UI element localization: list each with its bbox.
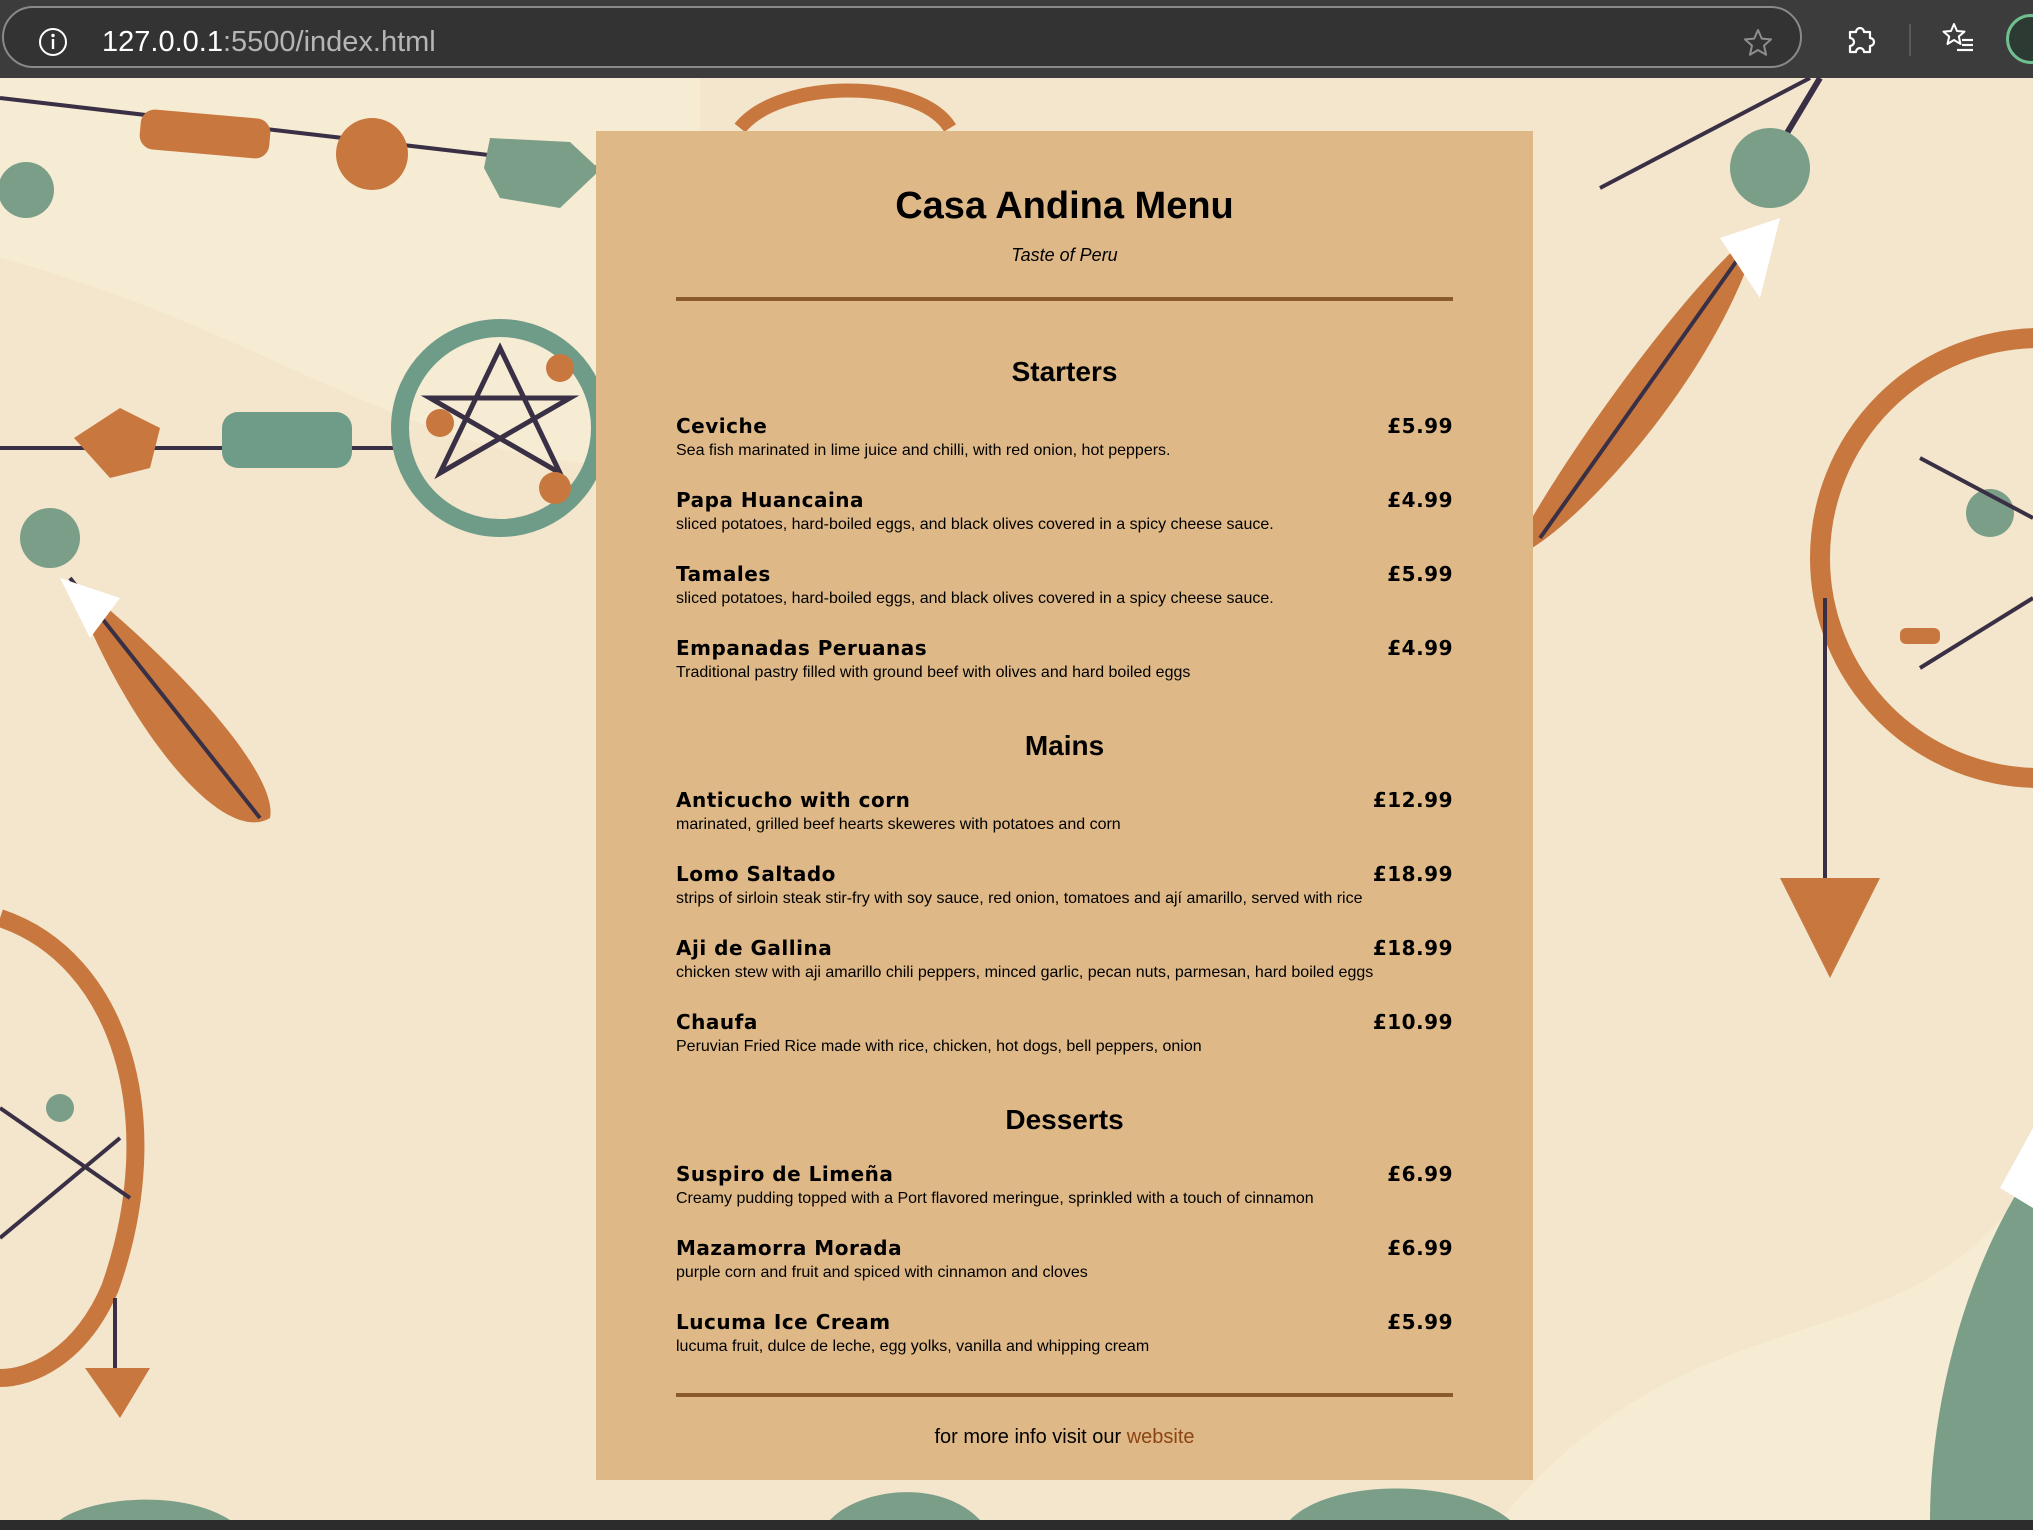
item-price: £4.99 bbox=[1387, 636, 1453, 660]
menu-sections: Starters Ceviche £5.99 Sea fish marinated i… bbox=[676, 355, 1453, 1357]
menu-item-row: Aji de Gallina £18.99 bbox=[676, 935, 1453, 961]
menu-item: Aji de Gallina £18.99 chicken stew with aj… bbox=[676, 935, 1453, 983]
item-name: Ceviche bbox=[676, 414, 768, 438]
item-description: strips of sirloin steak stir-fry with so… bbox=[676, 890, 1363, 907]
menu-item: Papa Huancaina £4.99 sliced potatoes, hard… bbox=[676, 487, 1453, 535]
url-host: 127.0.0.1 bbox=[102, 26, 223, 58]
item-description: Sea fish marinated in lime juice and chi… bbox=[676, 442, 1171, 459]
toolbar-separator bbox=[1909, 24, 1911, 56]
top-divider bbox=[676, 297, 1453, 301]
address-bar[interactable]: 127.0.0.1:5500/index.html bbox=[2, 6, 1802, 68]
bottom-divider bbox=[676, 1393, 1453, 1397]
menu-item: Empanadas Peruanas £4.99 Traditional pastr… bbox=[676, 635, 1453, 683]
menu-item-row: Lucuma Ice Cream £5.99 bbox=[676, 1309, 1453, 1335]
item-description: Traditional pastry filled with ground be… bbox=[676, 664, 1191, 681]
page-viewport: Casa Andina Menu Taste of Peru Starters C… bbox=[0, 78, 2033, 1520]
menu-item: Lomo Saltado £18.99 strips of sirloin stea… bbox=[676, 861, 1453, 909]
item-description: chicken stew with aji amarillo chili pep… bbox=[676, 964, 1374, 981]
item-description: sliced potatoes, hard-boiled eggs, and b… bbox=[676, 590, 1274, 607]
menu-item: Lucuma Ice Cream £5.99 lucuma fruit, dulce… bbox=[676, 1309, 1453, 1357]
info-icon[interactable] bbox=[38, 27, 68, 57]
star-icon[interactable] bbox=[1742, 27, 1774, 59]
item-name: Tamales bbox=[676, 562, 771, 586]
item-price: £10.99 bbox=[1372, 1010, 1453, 1034]
footer-text: for more info visit our bbox=[934, 1426, 1127, 1448]
profile-icon[interactable] bbox=[2006, 14, 2033, 64]
item-name: Suspiro de Limeña bbox=[676, 1162, 894, 1186]
item-name: Mazamorra Morada bbox=[676, 1236, 903, 1260]
item-description: lucuma fruit, dulce de leche, egg yolks,… bbox=[676, 1338, 1150, 1355]
menu-item-row: Ceviche £5.99 bbox=[676, 413, 1453, 439]
item-description: Peruvian Fried Rice made with rice, chic… bbox=[676, 1038, 1202, 1055]
item-price: £5.99 bbox=[1387, 414, 1453, 438]
menu-header: Casa Andina Menu Taste of Peru bbox=[676, 184, 1453, 266]
menu-footer: for more info visit our website bbox=[676, 1425, 1453, 1449]
item-name: Empanadas Peruanas bbox=[676, 636, 928, 660]
item-price: £5.99 bbox=[1387, 1310, 1453, 1334]
bottom-edge bbox=[0, 1520, 2033, 1530]
item-price: £6.99 bbox=[1387, 1162, 1453, 1186]
item-price: £18.99 bbox=[1372, 862, 1453, 886]
menu-item: Anticucho with corn £12.99 marinated, gril… bbox=[676, 787, 1453, 835]
menu-item-row: Tamales £5.99 bbox=[676, 561, 1453, 587]
menu-item: Suspiro de Limeña £6.99 Creamy pudding top… bbox=[676, 1161, 1453, 1209]
item-description: marinated, grilled beef hearts skeweres … bbox=[676, 816, 1121, 833]
extensions-icon[interactable] bbox=[1842, 20, 1878, 56]
menu-item: Ceviche £5.99 Sea fish marinated in lime j… bbox=[676, 413, 1453, 461]
menu-section-starters: Starters Ceviche £5.99 Sea fish marinated i… bbox=[676, 355, 1453, 683]
url-text[interactable]: 127.0.0.1:5500/index.html bbox=[102, 26, 436, 59]
menu-item-row: Papa Huancaina £4.99 bbox=[676, 487, 1453, 513]
menu-item: Tamales £5.99 sliced potatoes, hard-boiled… bbox=[676, 561, 1453, 609]
menu-item-row: Mazamorra Morada £6.99 bbox=[676, 1235, 1453, 1261]
favorites-icon[interactable] bbox=[1940, 20, 1976, 56]
menu-item-row: Lomo Saltado £18.99 bbox=[676, 861, 1453, 887]
item-price: £6.99 bbox=[1387, 1236, 1453, 1260]
menu-title: Casa Andina Menu bbox=[895, 185, 1234, 227]
website-link[interactable]: website bbox=[1127, 1426, 1195, 1448]
menu-section-desserts: Desserts Suspiro de Limeña £6.99 Creamy pud… bbox=[676, 1103, 1453, 1357]
section-title: Mains bbox=[1024, 730, 1105, 761]
item-name: Lomo Saltado bbox=[676, 862, 836, 886]
item-price: £5.99 bbox=[1387, 562, 1453, 586]
item-description: Creamy pudding topped with a Port flavor… bbox=[676, 1190, 1314, 1207]
menu-item-row: Chaufa £10.99 bbox=[676, 1009, 1453, 1035]
menu-item: Chaufa £10.99 Peruvian Fried Rice made wit… bbox=[676, 1009, 1453, 1057]
menu-item: Mazamorra Morada £6.99 purple corn and fru… bbox=[676, 1235, 1453, 1283]
item-name: Papa Huancaina bbox=[676, 488, 865, 512]
section-title: Desserts bbox=[1005, 1104, 1124, 1135]
item-name: Anticucho with corn bbox=[676, 788, 911, 812]
section-title: Starters bbox=[1011, 356, 1118, 387]
url-path: :5500/index.html bbox=[222, 26, 436, 58]
menu-section-mains: Mains Anticucho with corn £12.99 marinated,… bbox=[676, 729, 1453, 1057]
item-price: £12.99 bbox=[1372, 788, 1453, 812]
item-description: sliced potatoes, hard-boiled eggs, and b… bbox=[676, 516, 1274, 533]
item-price: £18.99 bbox=[1372, 936, 1453, 960]
menu-item-row: Empanadas Peruanas £4.99 bbox=[676, 635, 1453, 661]
item-price: £4.99 bbox=[1387, 488, 1453, 512]
menu-card: Casa Andina Menu Taste of Peru Starters C… bbox=[596, 131, 1533, 1480]
menu-item-row: Suspiro de Limeña £6.99 bbox=[676, 1161, 1453, 1187]
item-name: Chaufa bbox=[676, 1010, 758, 1034]
menu-item-row: Anticucho with corn £12.99 bbox=[676, 787, 1453, 813]
item-name: Aji de Gallina bbox=[676, 936, 833, 960]
item-description: purple corn and fruit and spiced with ci… bbox=[676, 1264, 1088, 1281]
menu-tagline: Taste of Peru bbox=[1011, 245, 1118, 265]
item-name: Lucuma Ice Cream bbox=[676, 1310, 891, 1334]
browser-toolbar: 127.0.0.1:5500/index.html bbox=[0, 0, 2033, 78]
